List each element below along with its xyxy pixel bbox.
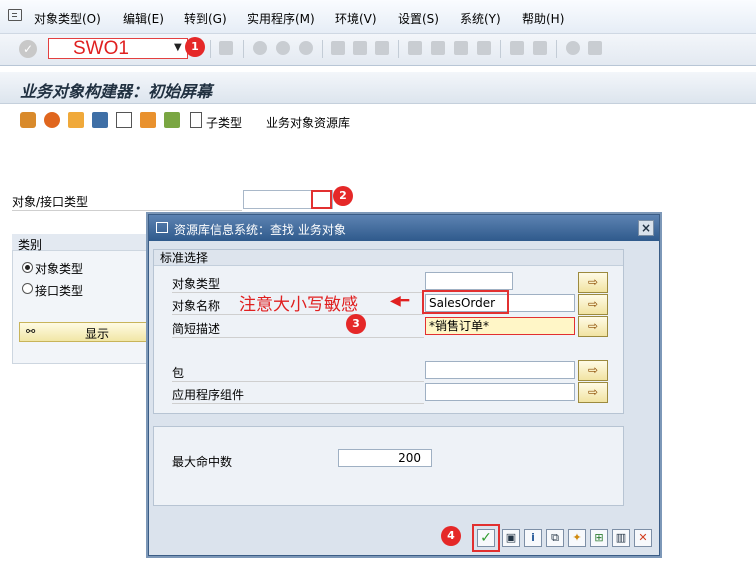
layout-menu-icon[interactable] (588, 41, 602, 55)
toolbar-separator (500, 40, 501, 58)
test-icon[interactable] (20, 112, 36, 128)
toolbar-separator (210, 40, 211, 58)
application-component-label: 应用程序组件 (172, 386, 424, 404)
close-icon[interactable]: × (638, 220, 654, 236)
find-icon[interactable] (353, 41, 367, 55)
menu-goto[interactable]: 转到(G) (184, 10, 227, 27)
add-icon[interactable]: ⊞ (590, 529, 608, 547)
back-icon[interactable] (253, 41, 267, 55)
object-type-field[interactable] (425, 272, 513, 290)
columns-icon[interactable]: ▥ (612, 529, 630, 547)
menu-environment[interactable]: 环境(V) (335, 10, 377, 27)
package-field[interactable] (425, 361, 575, 379)
toolbar-separator (398, 40, 399, 58)
highlight-box (472, 524, 500, 552)
menu-object-type[interactable]: 对象类型(O) (34, 10, 101, 27)
previous-page-icon[interactable] (431, 41, 445, 55)
multiple-selection-icon[interactable]: ⇨ (578, 360, 608, 381)
short-description-label: 简短描述 (172, 320, 424, 338)
activate-icon[interactable] (44, 112, 60, 128)
print-icon[interactable] (331, 41, 345, 55)
info-icon[interactable]: i (524, 529, 542, 547)
category-group (12, 234, 152, 364)
last-page-icon[interactable] (477, 41, 491, 55)
settings-icon[interactable]: ✦ (568, 529, 586, 547)
highlight-box (311, 190, 332, 209)
new-session-icon[interactable] (510, 41, 524, 55)
program-icon[interactable] (140, 112, 156, 128)
save-icon[interactable]: ▣ (502, 529, 520, 547)
transaction-code-field[interactable]: SWO1 (48, 38, 188, 59)
application-component-field[interactable] (425, 383, 575, 401)
package-label: 包 (172, 364, 424, 382)
max-hits-label: 最大命中数 (172, 455, 233, 469)
help-icon[interactable] (566, 41, 580, 55)
arrow-left-icon: ◀━ (390, 293, 410, 309)
radio-object-type[interactable] (22, 262, 33, 273)
save-icon[interactable] (219, 41, 233, 55)
highlight-box (422, 290, 509, 314)
chevron-down-icon[interactable]: ▼ (174, 42, 182, 53)
next-page-icon[interactable] (454, 41, 468, 55)
delete-icon[interactable] (92, 112, 108, 128)
copy-icon[interactable]: ⧉ (546, 529, 564, 547)
category-title: 类别 (18, 238, 43, 252)
multiple-selection-icon[interactable]: ⇨ (578, 382, 608, 403)
shortcut-icon[interactable] (533, 41, 547, 55)
radio-object-type-label: 对象类型 (35, 262, 84, 276)
short-description-field[interactable]: *销售订单* (425, 317, 575, 335)
step-badge-2: 2 (333, 186, 353, 206)
cancel-icon[interactable] (299, 41, 313, 55)
step-badge-1: 1 (185, 37, 205, 57)
menu-help[interactable]: 帮助(H) (522, 10, 564, 27)
exit-icon[interactable] (276, 41, 290, 55)
max-hits-field[interactable]: 200 (338, 449, 432, 467)
menu-icon[interactable] (8, 9, 22, 21)
case-sensitive-annotation: 注意大小写敏感 (239, 295, 358, 315)
display-button-label: 显示 (85, 327, 110, 341)
menu-bar (0, 0, 756, 34)
toolbar-separator (322, 40, 323, 58)
menu-edit[interactable]: 编辑(E) (123, 10, 164, 27)
standard-selection-title: 标准选择 (154, 250, 623, 266)
subtype-button[interactable]: 子类型 (206, 114, 242, 131)
generate-icon[interactable] (68, 112, 84, 128)
menu-utilities[interactable]: 实用程序(M) (247, 10, 315, 27)
dialog-title: 资源库信息系统：查找 业务对象 (174, 223, 346, 237)
toolbar-separator (556, 40, 557, 58)
multiple-selection-icon[interactable]: ⇨ (578, 272, 608, 293)
display-button[interactable]: ⚯ 显示 (19, 322, 149, 342)
page-title: 业务对象构建器：初始屏幕 (20, 82, 213, 101)
radio-interface-type-label: 接口类型 (35, 284, 84, 298)
dialog-menu-icon[interactable] (156, 222, 168, 233)
radio-interface-type[interactable] (22, 283, 33, 294)
cancel-icon[interactable]: ✕ (634, 529, 652, 547)
enter-check-icon[interactable]: ✓ (19, 40, 37, 58)
menu-system[interactable]: 系统(Y) (460, 10, 501, 27)
copy-icon[interactable] (116, 112, 132, 128)
multiple-selection-icon[interactable]: ⇨ (578, 316, 608, 337)
glasses-icon: ⚯ (26, 325, 36, 338)
hierarchy-icon[interactable] (164, 112, 180, 128)
multiple-selection-icon[interactable]: ⇨ (578, 294, 608, 315)
first-page-icon[interactable] (408, 41, 422, 55)
step-badge-3: 3 (346, 314, 366, 334)
document-icon (190, 112, 202, 128)
find-next-icon[interactable] (375, 41, 389, 55)
menu-settings[interactable]: 设置(S) (398, 10, 439, 27)
toolbar-separator (243, 40, 244, 58)
repository-button[interactable]: 业务对象资源库 (266, 114, 350, 131)
object-interface-type-label: 对象/接口类型 (12, 193, 242, 211)
step-badge-4: 4 (441, 526, 461, 546)
